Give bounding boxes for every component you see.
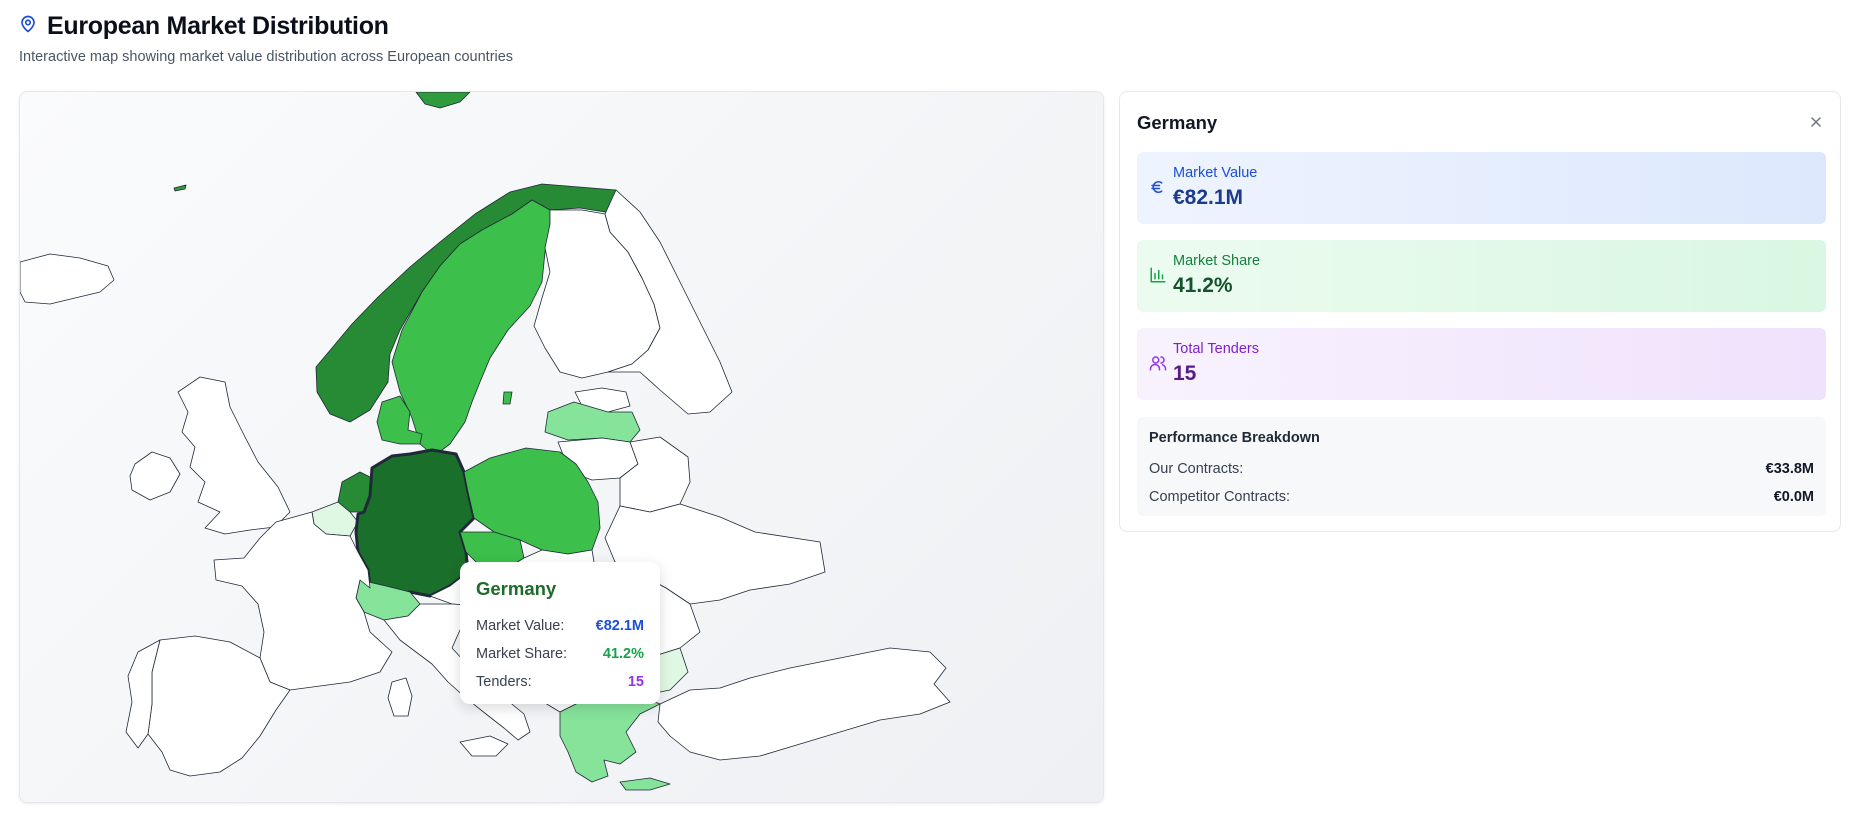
total-tenders-card: Total Tenders 15: [1137, 328, 1826, 400]
europe-map[interactable]: Germany Market Value: €82.1M Market Shar…: [19, 91, 1104, 803]
page-header: European Market Distribution Interactive…: [19, 12, 513, 65]
close-button[interactable]: [1806, 112, 1826, 132]
competitor-contracts-value: €0.0M: [1773, 489, 1814, 505]
market-value: €82.1M: [1173, 186, 1244, 209]
country-greece[interactable]: [559, 695, 661, 783]
performance-breakdown: Performance Breakdown Our Contracts: €33…: [1137, 417, 1826, 516]
country-turkey[interactable]: [657, 647, 951, 761]
country-sweden[interactable]: [391, 199, 551, 457]
market-share: 41.2%: [1173, 274, 1233, 297]
users-icon: [1149, 354, 1167, 372]
performance-title: Performance Breakdown: [1149, 430, 1320, 446]
close-icon: [1811, 117, 1821, 127]
country-germany[interactable]: [354, 448, 476, 598]
island-crete: [619, 777, 671, 791]
our-contracts-row: Our Contracts: €33.8M: [1149, 455, 1814, 483]
market-value-card: Market Value €82.1M: [1137, 152, 1826, 224]
market-share-label: Market Share: [1173, 253, 1261, 269]
country-ireland[interactable]: [129, 451, 181, 501]
island-sicily[interactable]: [459, 735, 509, 757]
tooltip-market-share: 41.2%: [602, 646, 644, 662]
tooltip-market-value-row: Market Value: €82.1M: [476, 612, 644, 640]
island-gotland: [502, 391, 513, 405]
tooltip-market-share-label: Market Share:: [476, 646, 568, 662]
tooltip-market-share-row: Market Share: 41.2%: [476, 640, 644, 668]
our-contracts-label: Our Contracts:: [1149, 461, 1244, 477]
country-tooltip: Germany Market Value: €82.1M Market Shar…: [460, 562, 660, 704]
tooltip-tenders: 15: [627, 674, 644, 690]
island-sardinia[interactable]: [387, 677, 413, 717]
page-title: European Market Distribution: [47, 12, 389, 40]
tooltip-country-name: Germany: [476, 578, 557, 599]
tooltip-tenders-label: Tenders:: [476, 674, 532, 690]
country-uk[interactable]: [177, 376, 291, 535]
market-value-label: Market Value: [1173, 165, 1258, 181]
panel-title: Germany: [1137, 112, 1218, 133]
island-svalbard: [415, 92, 471, 109]
competitor-contracts-row: Competitor Contracts: €0.0M: [1149, 483, 1814, 511]
market-share-card: Market Share 41.2%: [1137, 240, 1826, 312]
our-contracts-value: €33.8M: [1765, 461, 1814, 477]
competitor-contracts-label: Competitor Contracts:: [1149, 489, 1291, 505]
total-tenders-label: Total Tenders: [1173, 341, 1259, 357]
country-iceland[interactable]: [20, 253, 115, 305]
euro-icon: [1149, 178, 1167, 196]
country-latvia[interactable]: [544, 401, 641, 443]
map-pin-icon: [19, 14, 37, 39]
total-tenders: 15: [1173, 362, 1197, 385]
tooltip-tenders-row: Tenders: 15: [476, 668, 644, 696]
tooltip-market-value: €82.1M: [595, 618, 644, 634]
page-subtitle: Interactive map showing market value dis…: [19, 49, 514, 65]
bar-chart-icon: [1149, 266, 1167, 284]
island-jan-mayen: [173, 184, 187, 192]
tooltip-market-value-label: Market Value:: [476, 618, 565, 634]
country-detail-panel: Germany Market Value €82.1M Market Share…: [1119, 91, 1841, 532]
